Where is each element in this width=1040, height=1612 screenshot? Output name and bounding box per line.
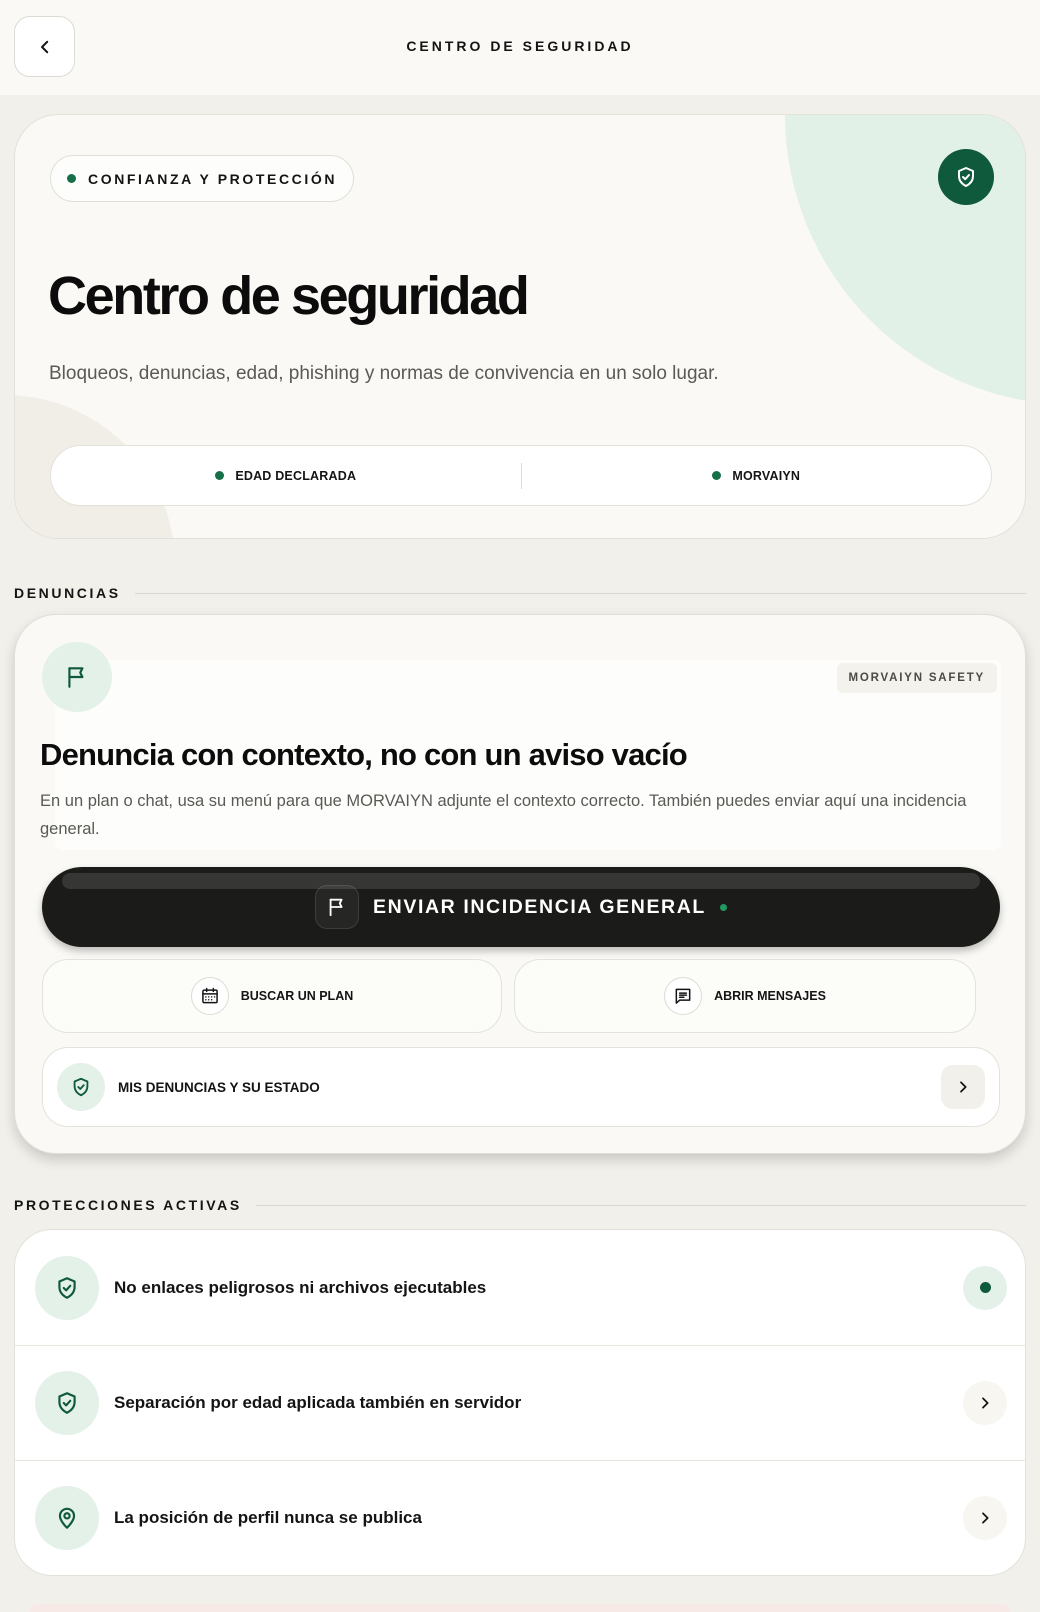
protection-label: No enlaces peligrosos ni archivos ejecut… <box>114 1277 487 1297</box>
map-pin-icon-box <box>35 1486 99 1550</box>
divider <box>134 592 1026 594</box>
shield-check-icon <box>58 1276 76 1299</box>
shield-badge <box>938 149 994 205</box>
send-general-report-label: ENVIAR INCIDENCIA GENERAL <box>373 895 706 918</box>
hero-subtitle: Bloqueos, denuncias, edad, phishing y no… <box>49 363 719 384</box>
shield-check-icon <box>73 1077 89 1097</box>
section-header-protections: PROTECCIONES ACTIVAS <box>14 1197 1026 1213</box>
chevron-box <box>963 1381 1007 1425</box>
status-dot <box>67 174 76 183</box>
my-reports-label: MIS DENUNCIAS Y SU ESTADO <box>118 1079 320 1095</box>
divider <box>255 1204 1026 1206</box>
protection-label: Separación por edad aplicada también en … <box>114 1393 522 1412</box>
section-header-reports: DENUNCIAS <box>14 585 1026 601</box>
decorative-blob <box>785 115 1025 405</box>
message-icon <box>675 988 691 1004</box>
shield-icon-box <box>35 1255 99 1320</box>
status-label: MORVAIYN <box>732 468 801 483</box>
flag-icon <box>68 667 84 688</box>
trust-badge-label: CONFIANZA Y PROTECCIÓN <box>88 170 338 187</box>
chevron-right-icon <box>982 1512 989 1524</box>
status-dot <box>215 471 225 480</box>
active-indicator <box>963 1265 1007 1310</box>
chevron-box <box>963 1496 1007 1540</box>
reports-description: En un plan o chat, usa su menú para que … <box>40 792 967 838</box>
hero-card: CONFIANZA Y PROTECCIÓN Centro de segurid… <box>14 114 1026 539</box>
safety-tag: MORVAIYN SAFETY <box>836 663 997 693</box>
status-label: EDAD DECLARADA <box>235 468 357 483</box>
status-brand: MORVAIYN <box>522 469 992 483</box>
trust-badge: CONFIANZA Y PROTECCIÓN <box>50 155 355 202</box>
status-dot <box>719 903 727 911</box>
open-messages-button[interactable]: ABRIR MENSAJES <box>514 959 976 1033</box>
chevron-box <box>941 1065 985 1109</box>
status-dot <box>979 1282 991 1293</box>
section-title: DENUNCIAS <box>14 585 121 601</box>
shield-check-icon <box>58 1392 76 1414</box>
section-title: PROTECCIONES ACTIVAS <box>14 1197 242 1213</box>
flag-badge <box>42 642 112 712</box>
message-icon-box <box>664 977 703 1015</box>
calendar-icon <box>201 987 218 1004</box>
shield-check-icon <box>958 167 974 187</box>
open-messages-label: ABRIR MENSAJES <box>714 989 826 1003</box>
protection-item[interactable]: Separación por edad aplicada también en … <box>15 1345 1025 1460</box>
calendar-icon-box <box>190 977 229 1015</box>
button-sheen <box>62 873 980 889</box>
bottom-strip <box>30 1604 1010 1612</box>
protection-item[interactable]: La posición de perfil nunca se publica <box>15 1460 1025 1575</box>
flag-icon-box <box>315 885 360 929</box>
hero-title: Centro de seguridad <box>48 266 530 326</box>
status-row: EDAD DECLARADA MORVAIYN <box>50 445 992 506</box>
protections-card: No enlaces peligrosos ni archivos ejecut… <box>14 1229 1026 1576</box>
send-general-report-button[interactable]: ENVIAR INCIDENCIA GENERAL <box>42 867 1000 947</box>
find-plan-label: BUSCAR UN PLAN <box>240 989 354 1003</box>
flag-icon <box>329 898 343 917</box>
top-bar: CENTRO DE SEGURIDAD <box>0 0 1040 95</box>
reports-title: Denuncia con contexto, no con un aviso v… <box>40 737 688 772</box>
chevron-right-icon <box>982 1397 989 1409</box>
my-reports-button[interactable]: MIS DENUNCIAS Y SU ESTADO <box>42 1047 1000 1127</box>
protection-item: No enlaces peligrosos ni archivos ejecut… <box>15 1230 1025 1345</box>
shield-icon-box <box>35 1371 99 1435</box>
reports-card: MORVAIYN SAFETY Denuncia con contexto, n… <box>14 614 1026 1154</box>
find-plan-button[interactable]: BUSCAR UN PLAN <box>42 959 502 1033</box>
page-title: CENTRO DE SEGURIDAD <box>406 38 634 54</box>
status-declared-age: EDAD DECLARADA <box>51 469 521 483</box>
protection-label: La posición de perfil nunca se publica <box>114 1508 422 1527</box>
map-pin-icon <box>58 1507 76 1529</box>
chevron-right-icon <box>960 1081 967 1093</box>
status-dot <box>712 471 722 480</box>
shield-icon-box <box>57 1063 105 1111</box>
